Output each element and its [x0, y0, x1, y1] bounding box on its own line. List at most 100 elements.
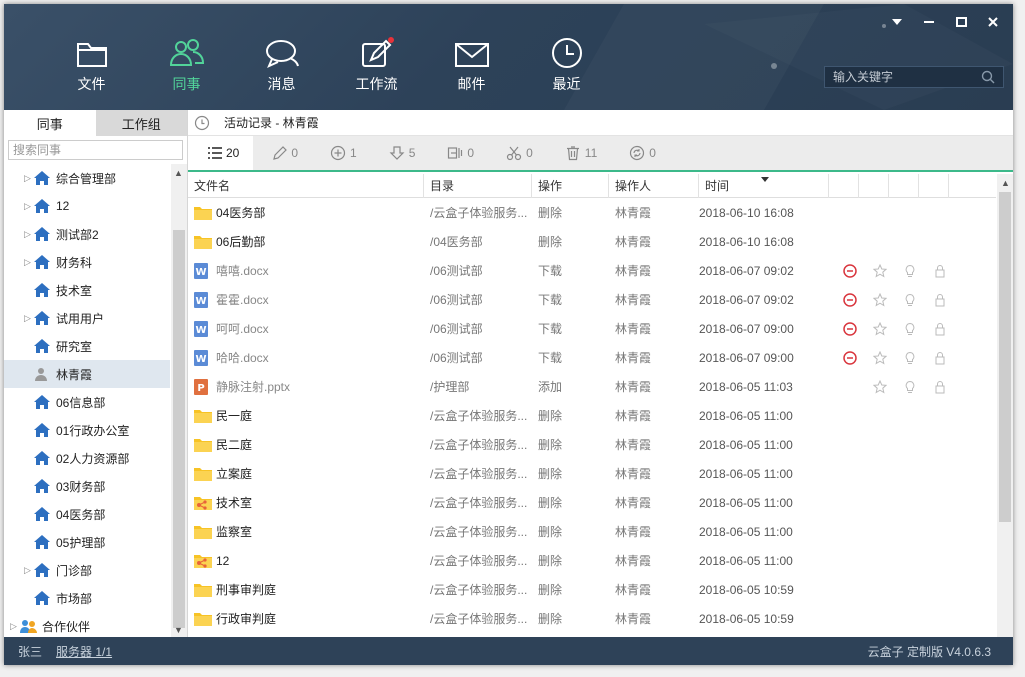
table-row[interactable]: W 哈哈.docx/06测试部 下载 林青霞 2018-06-07 09:00	[188, 343, 996, 372]
tree-item[interactable]: 02人力资源部	[4, 444, 170, 472]
table-row[interactable]: 04医务部/云盒子体验服务... 删除 林青霞 2018-06-10 16:08	[188, 198, 996, 227]
file-name[interactable]: 嘻嘻.docx	[216, 262, 269, 279]
col-operator[interactable]: 操作人	[609, 174, 699, 198]
remove-icon[interactable]	[843, 350, 857, 365]
tree-item[interactable]: 05护理部	[4, 528, 170, 556]
close-icon[interactable]	[977, 10, 1009, 34]
tree-item[interactable]: 研究室	[4, 332, 170, 360]
scrollbar-thumb[interactable]	[999, 192, 1011, 522]
file-name[interactable]: 刑事审判庭	[216, 581, 276, 598]
star-icon[interactable]	[873, 292, 887, 307]
filter-move[interactable]: 0	[429, 136, 488, 170]
tree-item[interactable]: ▷ 财务科	[4, 248, 170, 276]
file-name[interactable]: 民一庭	[216, 407, 252, 424]
star-icon[interactable]	[873, 379, 887, 394]
file-name[interactable]: 监察室	[216, 523, 252, 540]
remove-icon[interactable]	[843, 292, 857, 307]
tree-item[interactable]: 市场部	[4, 584, 170, 612]
search-icon[interactable]	[981, 70, 995, 84]
global-search-input[interactable]	[825, 70, 975, 84]
col-directory[interactable]: 目录	[424, 174, 532, 198]
table-row[interactable]: 06后勤部/04医务部 删除 林青霞 2018-06-10 16:08	[188, 227, 996, 256]
scroll-down-icon[interactable]: ▼	[174, 625, 183, 635]
tree-item[interactable]: ▷ 测试部2	[4, 220, 170, 248]
table-row[interactable]: W 嘻嘻.docx/06测试部 下载 林青霞 2018-06-07 09:02	[188, 256, 996, 285]
lightbulb-icon[interactable]	[903, 322, 917, 336]
expand-arrow-icon[interactable]: ▷	[24, 229, 34, 240]
expand-arrow-icon[interactable]: ▷	[24, 201, 34, 212]
file-name[interactable]: 霍霍.docx	[216, 291, 269, 308]
filter-edit[interactable]: 0	[253, 136, 312, 170]
filter-cut[interactable]: 0	[488, 136, 547, 170]
file-name[interactable]: 哈哈.docx	[216, 349, 269, 366]
nav-item-colleagues[interactable]: 同事	[139, 4, 234, 110]
table-row[interactable]: 监察室/云盒子体验服务... 删除 林青霞 2018-06-05 11:00	[188, 517, 996, 546]
lightbulb-icon[interactable]	[903, 380, 917, 394]
file-name[interactable]: 行政审判庭	[216, 610, 276, 627]
expand-arrow-icon[interactable]: ▷	[24, 173, 34, 184]
tree-item[interactable]: ▷ 合作伙伴	[4, 612, 170, 637]
file-name[interactable]: 04医务部	[216, 204, 265, 221]
file-name[interactable]: 12	[216, 554, 229, 568]
tab-workgroup[interactable]: 工作组	[95, 110, 187, 136]
nav-item-message[interactable]: 消息	[234, 4, 329, 110]
file-name[interactable]: 立案庭	[216, 465, 252, 482]
table-row[interactable]: 技术室/云盒子体验服务... 删除 林青霞 2018-06-05 11:00	[188, 488, 996, 517]
tree-item[interactable]: 04医务部	[4, 500, 170, 528]
tree-item[interactable]: ▷ 试用用户	[4, 304, 170, 332]
table-row[interactable]: 立案庭/云盒子体验服务... 删除 林青霞 2018-06-05 11:00	[188, 459, 996, 488]
remove-icon[interactable]	[843, 321, 857, 336]
star-icon[interactable]	[873, 321, 887, 336]
file-name[interactable]: 技术室	[216, 494, 252, 511]
maximize-icon[interactable]	[945, 10, 977, 34]
nav-item-folder[interactable]: 文件	[44, 4, 139, 110]
nav-item-workflow[interactable]: 工作流	[329, 4, 424, 110]
dropdown-menu-icon[interactable]	[881, 10, 913, 34]
file-name[interactable]: 呵呵.docx	[216, 320, 269, 337]
file-name[interactable]: 静脉注射.pptx	[216, 378, 290, 395]
col-filename[interactable]: 文件名	[188, 174, 424, 198]
filter-list[interactable]: 20	[188, 136, 254, 170]
lightbulb-icon[interactable]	[903, 293, 917, 307]
remove-icon[interactable]	[843, 263, 857, 278]
filter-download[interactable]: 5	[371, 136, 430, 170]
table-row[interactable]: P 静脉注射.pptx/护理部 添加 林青霞 2018-06-05 11:03	[188, 372, 996, 401]
tree-item[interactable]: 03财务部	[4, 472, 170, 500]
expand-arrow-icon[interactable]: ▷	[24, 565, 34, 576]
expand-arrow-icon[interactable]: ▷	[10, 621, 20, 632]
table-row[interactable]: 民一庭/云盒子体验服务... 删除 林青霞 2018-06-05 11:00	[188, 401, 996, 430]
expand-arrow-icon[interactable]: ▷	[24, 257, 34, 268]
table-row[interactable]: 12/云盒子体验服务... 删除 林青霞 2018-06-05 11:00	[188, 546, 996, 575]
expand-arrow-icon[interactable]: ▷	[24, 313, 34, 324]
file-name[interactable]: 民二庭	[216, 436, 252, 453]
lock-icon[interactable]	[933, 264, 947, 278]
lock-icon[interactable]	[933, 293, 947, 307]
lock-icon[interactable]	[933, 322, 947, 336]
star-icon[interactable]	[873, 350, 887, 365]
tree-item[interactable]: 林青霞	[4, 360, 170, 388]
table-row[interactable]: 刑事审判庭/云盒子体验服务... 删除 林青霞 2018-06-05 10:59	[188, 575, 996, 604]
star-icon[interactable]	[873, 263, 887, 278]
tree-item[interactable]: 06信息部	[4, 388, 170, 416]
table-scrollbar[interactable]: ▲	[997, 174, 1013, 637]
server-link[interactable]: 服务器 1/1	[56, 643, 112, 660]
tree-item[interactable]: 01行政办公室	[4, 416, 170, 444]
filter-trash[interactable]: 11	[547, 136, 611, 170]
scroll-up-icon[interactable]: ▲	[174, 168, 183, 178]
col-operation[interactable]: 操作	[532, 174, 609, 198]
filter-restore[interactable]: 0	[611, 136, 670, 170]
nav-item-mail[interactable]: 邮件	[424, 4, 519, 110]
lock-icon[interactable]	[933, 351, 947, 365]
tree-item[interactable]: ▷ 综合管理部	[4, 164, 170, 192]
table-row[interactable]: 行政审判庭/云盒子体验服务... 删除 林青霞 2018-06-05 10:59	[188, 604, 996, 633]
colleague-search-input[interactable]	[9, 143, 182, 157]
tree-item[interactable]: ▷ 12	[4, 192, 170, 220]
lock-icon[interactable]	[933, 380, 947, 394]
lightbulb-icon[interactable]	[903, 264, 917, 278]
left-scrollbar[interactable]: ▲ ▼	[171, 164, 187, 637]
tree-item[interactable]: ▷ 门诊部	[4, 556, 170, 584]
table-row[interactable]: 民二庭/云盒子体验服务... 删除 林青霞 2018-06-05 11:00	[188, 430, 996, 459]
lightbulb-icon[interactable]	[903, 351, 917, 365]
tree-item[interactable]: 技术室	[4, 276, 170, 304]
file-name[interactable]: 06后勤部	[216, 233, 265, 250]
